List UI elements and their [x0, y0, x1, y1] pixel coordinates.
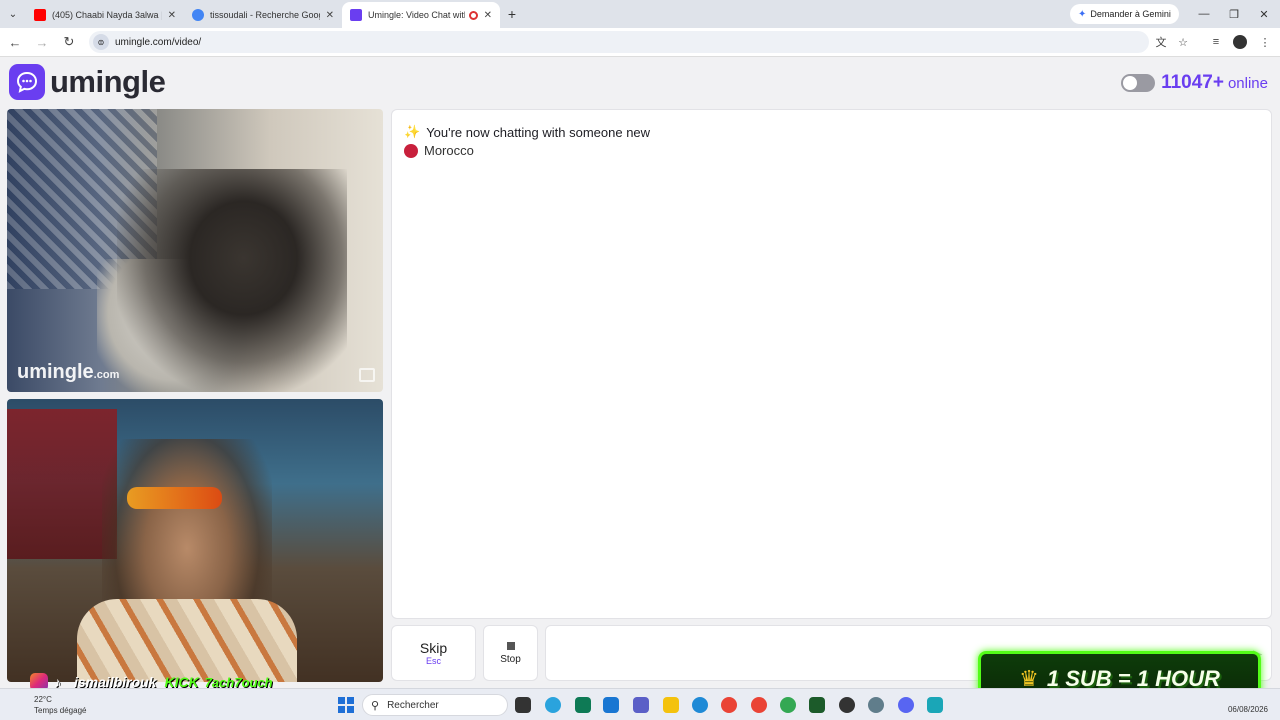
tab-search-dropdown[interactable]: ⌄ [0, 0, 26, 28]
search-icon: ⚲ [371, 699, 380, 712]
stranger-video: umingle.com [7, 109, 383, 392]
umingle-logo[interactable]: umingle [9, 64, 166, 100]
online-label: online [1227, 74, 1268, 92]
self-video [7, 399, 383, 682]
gemini-button[interactable]: ✦ Demander à Gemini [1070, 4, 1179, 24]
edge-icon[interactable] [692, 697, 708, 713]
close-tab-icon[interactable]: ✕ [326, 10, 334, 21]
settings-gear-icon[interactable] [868, 697, 884, 713]
browser-tab-umingle[interactable]: Umingle: Video Chat with St ✕ [342, 2, 500, 28]
browser-tab-youtube[interactable]: (405) Chaabi Nayda 3alwa | دوزك ✕ [26, 2, 184, 28]
umingle-favicon-icon [350, 9, 362, 21]
self-shirt [77, 599, 297, 682]
windows-taskbar: 22°C Temps dégagé ⚲ Rechercher 06/08/202… [0, 688, 1280, 720]
sunglasses [127, 487, 222, 509]
gemini-label: Demander à Gemini [1090, 9, 1171, 19]
weather-desc: Temps dégagé [34, 706, 87, 715]
system-message: ✨ You're now chatting with someone new [404, 124, 650, 140]
skip-label: Skip [419, 640, 448, 656]
taskbar-date[interactable]: 06/08/2026 [1228, 705, 1268, 714]
media-controls-icon[interactable]: ≡ [1207, 33, 1225, 51]
site-info-icon[interactable]: ⊜ [93, 34, 109, 50]
browser-tabstrip: ⌄ (405) Chaabi Nayda 3alwa | دوزك ✕ tiss… [0, 0, 1280, 28]
stop-button[interactable]: Stop [483, 625, 538, 681]
bookmark-star-icon[interactable]: ☆ [1174, 33, 1192, 51]
weather-widget[interactable]: 22°C Temps dégagé [34, 694, 86, 716]
stop-square-icon [506, 641, 515, 650]
browser-menu-icon[interactable]: ⋮ [1256, 33, 1274, 51]
chat-bubble-icon [9, 64, 45, 100]
gemini-star-icon: ✦ [1078, 8, 1087, 20]
watermark-text: umingle [17, 361, 94, 383]
background-flag [7, 409, 117, 559]
teams-icon[interactable] [633, 697, 649, 713]
tab-title: tissoudali - Recherche Google [210, 10, 320, 20]
close-tab-icon[interactable]: ✕ [484, 10, 492, 21]
address-bar: ← → ↻ ⊜ umingle.com/video/ [0, 28, 1280, 57]
youtube-icon [34, 9, 46, 21]
country-message: Morocco [404, 143, 474, 158]
translate-icon[interactable]: 文 [1152, 33, 1170, 51]
recording-icon [468, 10, 478, 20]
new-tab-button[interactable]: + [500, 6, 524, 22]
close-tab-icon[interactable]: ✕ [168, 10, 176, 21]
umingle-watermark: umingle.com [17, 361, 119, 384]
online-count: 11047+ [1161, 72, 1224, 93]
logo-text: umingle [50, 64, 166, 99]
stranger-head [117, 169, 347, 392]
chrome-profile-icon[interactable] [780, 697, 796, 713]
app-green-icon[interactable] [809, 697, 825, 713]
stop-label: Stop [500, 653, 521, 665]
chrome-icon[interactable] [721, 697, 737, 713]
minimize-icon[interactable]: — [1188, 0, 1220, 28]
online-status: 11047+ online [1121, 72, 1268, 94]
morocco-flag-icon [404, 143, 418, 158]
forward-icon[interactable]: → [30, 30, 54, 54]
profile-avatar[interactable] [1231, 33, 1249, 51]
tab-title: Umingle: Video Chat with St [368, 10, 465, 20]
app-teal-icon[interactable] [927, 697, 943, 713]
close-window-icon[interactable]: ✕ [1248, 0, 1280, 28]
weather-temp: 22°C [34, 695, 52, 704]
url-text: umingle.com/video/ [115, 36, 202, 48]
skip-button[interactable]: Skip Esc [391, 625, 476, 681]
file-explorer-icon[interactable] [663, 697, 679, 713]
back-icon[interactable]: ← [3, 30, 27, 54]
skip-shortcut-hint: Esc [425, 656, 441, 666]
restore-icon[interactable]: ❐ [1218, 0, 1250, 28]
reload-icon[interactable]: ↻ [57, 30, 81, 54]
umingle-page: umingle 11047+ online umingle.com ✨ You'… [0, 58, 1280, 688]
chat-panel: ✨ You're now chatting with someone new M… [391, 109, 1272, 619]
url-input[interactable]: ⊜ umingle.com/video/ [89, 31, 1149, 53]
report-flag-icon[interactable] [359, 368, 375, 382]
country-name: Morocco [424, 143, 474, 158]
task-view-icon[interactable] [515, 697, 531, 713]
discord-icon[interactable] [898, 697, 914, 713]
taskbar-search-input[interactable]: ⚲ Rechercher [362, 694, 508, 716]
app-icon[interactable] [575, 697, 591, 713]
browser-tab-google[interactable]: tissoudali - Recherche Google ✕ [184, 2, 342, 28]
watermark-suffix: .com [93, 369, 120, 381]
obs-icon[interactable] [839, 697, 855, 713]
windows-start-icon[interactable] [338, 697, 354, 713]
sparkles-icon: ✨ [404, 124, 421, 139]
chrome-active-icon[interactable] [751, 697, 767, 713]
search-placeholder: Rechercher [387, 699, 439, 711]
tab-title: (405) Chaabi Nayda 3alwa | دوزك [52, 9, 162, 20]
theme-toggle[interactable] [1121, 74, 1156, 92]
google-icon [192, 9, 204, 21]
system-message-text: You're now chatting with someone new [426, 124, 651, 140]
telegram-icon[interactable] [545, 697, 561, 713]
outlook-icon[interactable] [603, 697, 619, 713]
